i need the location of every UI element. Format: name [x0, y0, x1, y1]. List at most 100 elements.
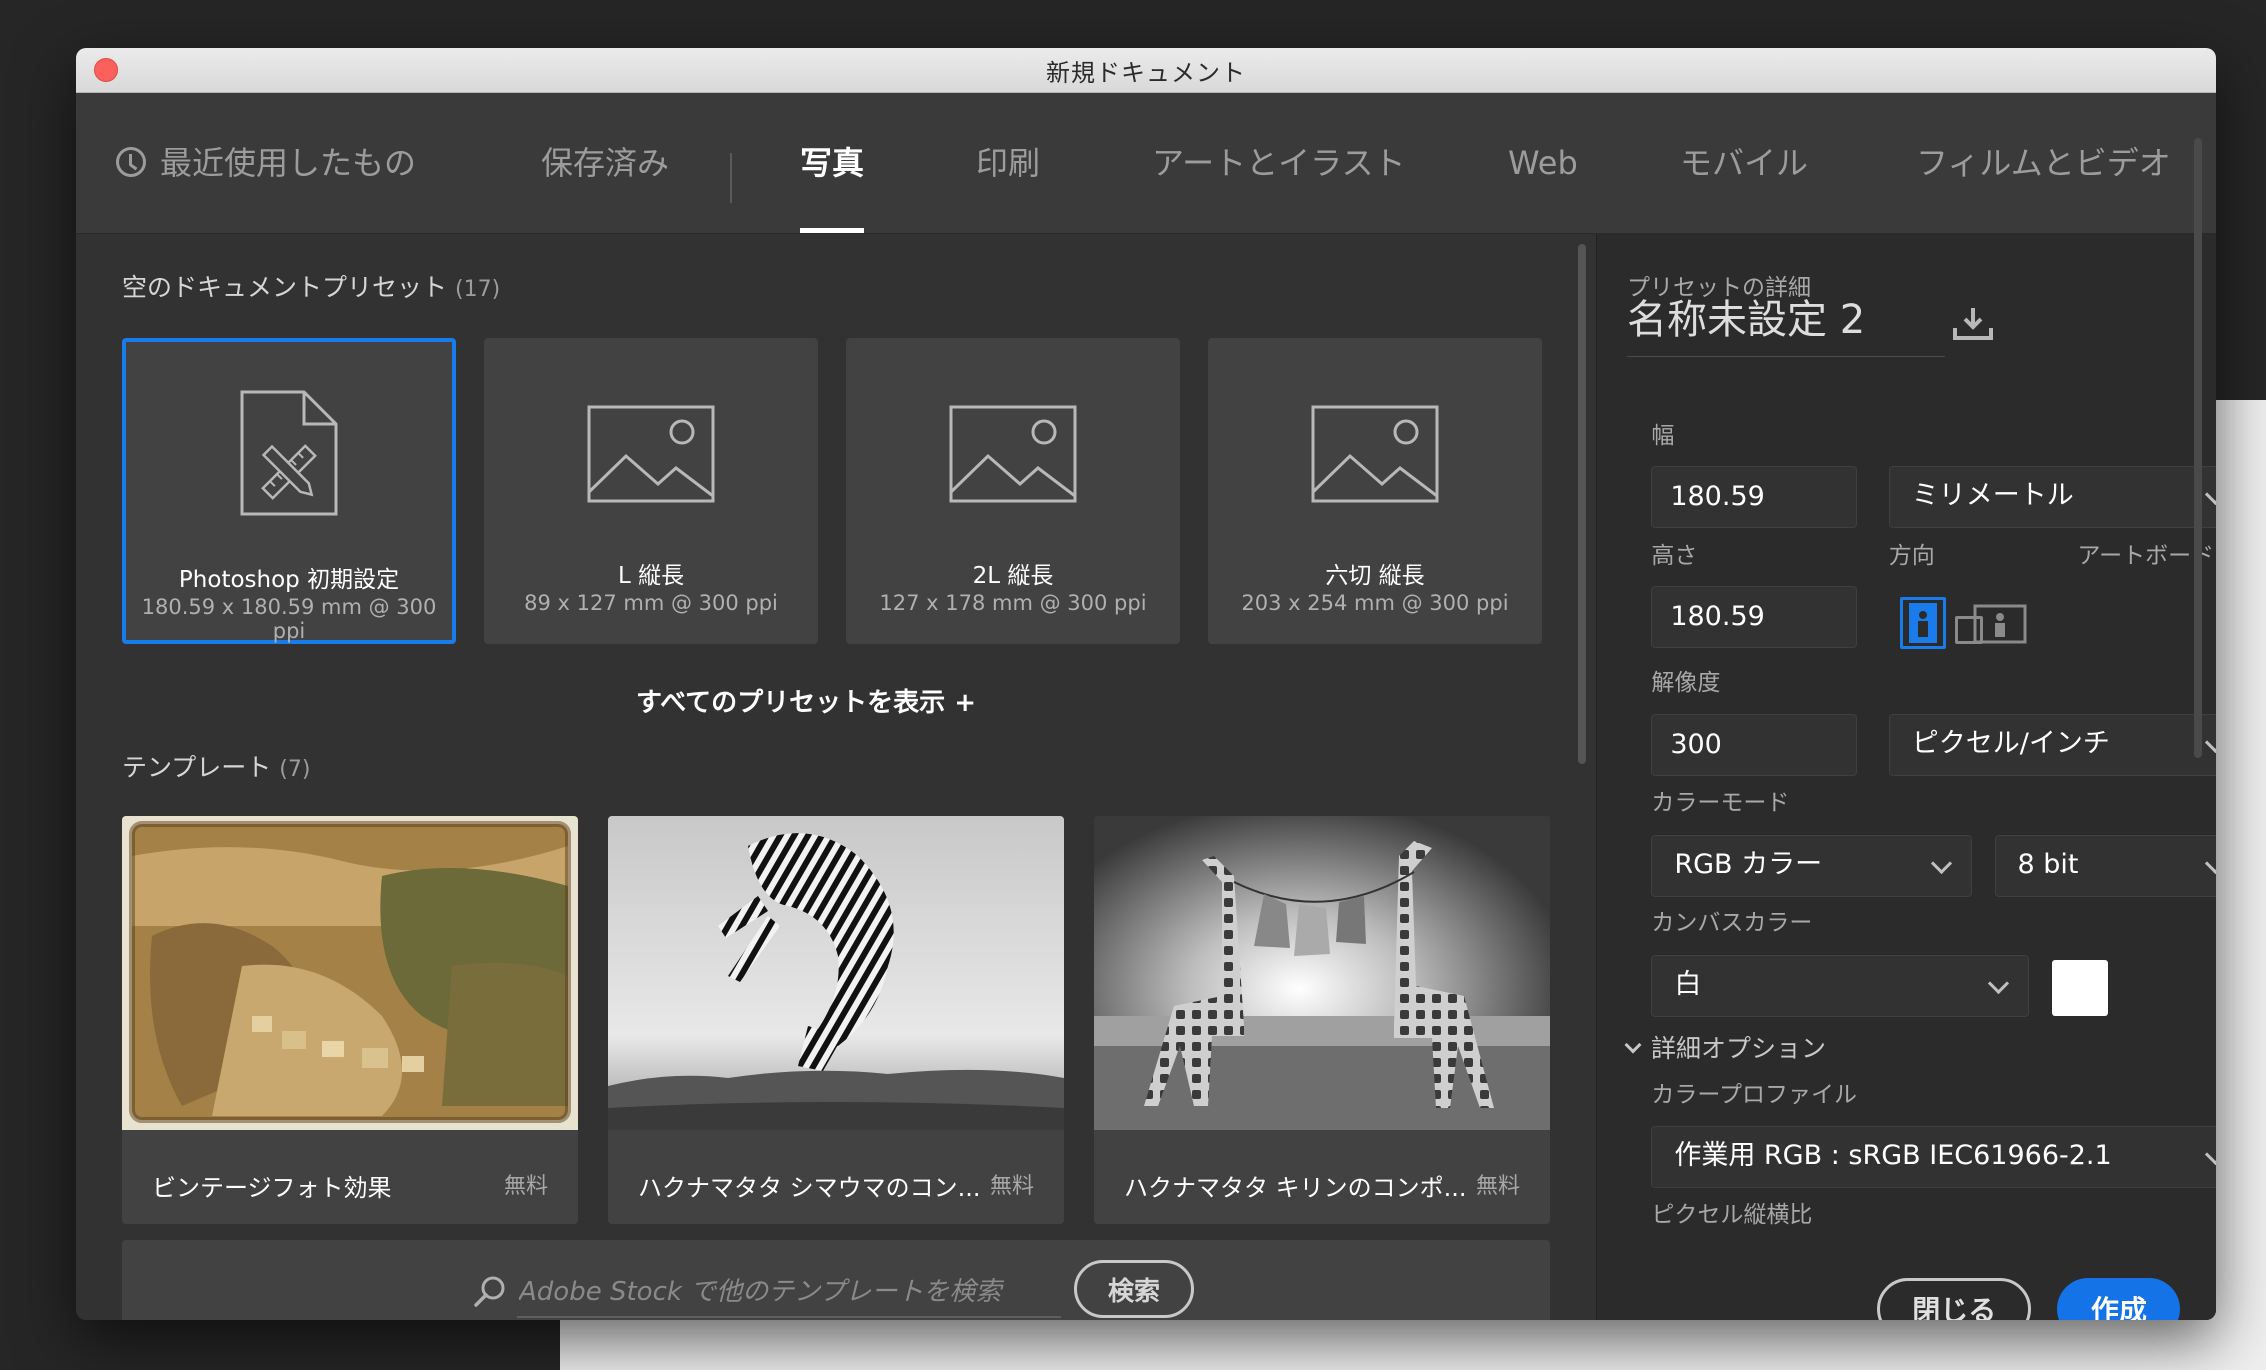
- show-all-presets-link[interactable]: すべてのプリセットを表示 +: [636, 682, 976, 719]
- chevron-down-icon: [2205, 852, 2216, 874]
- advanced-options-label: 詳細オプション: [1651, 1034, 1827, 1064]
- width-input[interactable]: 180.59: [1651, 465, 1858, 528]
- template-name: ハクナマタタ キリンのコンポ...: [1124, 1174, 1467, 1202]
- template-card-zebra-composite[interactable]: ハクナマタタ シマウマのコン... 無料: [608, 816, 1064, 1224]
- window-close-button[interactable]: [94, 58, 118, 82]
- presets-scrollbar[interactable]: [1578, 244, 1586, 764]
- stock-search-input[interactable]: [517, 1268, 1061, 1318]
- preset-details-panel: プリセットの詳細 名称未設定 2 幅 180.59 ミリメートル 高さ 方向 ア…: [1596, 234, 2216, 1320]
- tab-label: 最近使用したもの: [160, 144, 417, 182]
- template-card-giraffe-composite[interactable]: ハクナマタタ キリンのコンポ... 無料: [1094, 816, 1550, 1224]
- chevron-down-icon: [1930, 852, 1952, 874]
- tab-mobile[interactable]: モバイル: [1680, 93, 1808, 233]
- title-bar: 新規ドキュメント: [76, 48, 2216, 93]
- template-price: 無料: [989, 1174, 1034, 1199]
- preset-name: 2L 縦長: [972, 563, 1054, 589]
- resolution-input[interactable]: 300: [1651, 714, 1858, 777]
- pixel-aspect-label: ピクセル縦横比: [1651, 1201, 1813, 1228]
- tab-photo[interactable]: 写真: [800, 93, 865, 233]
- close-button[interactable]: 閉じる: [1877, 1277, 2032, 1320]
- unit-dropdown[interactable]: ミリメートル: [1888, 465, 2216, 528]
- image-icon: [949, 405, 1077, 503]
- preset-dimensions: 180.59 x 180.59 mm @ 300 ppi: [141, 595, 437, 643]
- tab-film-video[interactable]: フィルムとビデオ: [1916, 93, 2171, 233]
- preset-name: L 縦長: [617, 563, 685, 589]
- resolution-label: 解像度: [1651, 670, 1721, 696]
- preset-dimensions: 127 x 178 mm @ 300 ppi: [879, 591, 1147, 615]
- tab-saved[interactable]: 保存済み: [541, 93, 669, 233]
- templates-section-title: テンプレート (7): [122, 748, 310, 784]
- preset-name: Photoshop 初期設定: [178, 567, 400, 593]
- chevron-down-icon: [2205, 483, 2216, 505]
- new-document-dialog: 新規ドキュメント 最近使用したもの 保存済み 写真 印刷 アートとイラスト We…: [76, 48, 2216, 1320]
- chevron-down-icon: [1987, 972, 2009, 994]
- save-preset-icon[interactable]: [1951, 306, 1995, 342]
- template-card-vintage-photo[interactable]: ビンテージフォト効果 無料: [122, 816, 578, 1224]
- color-profile-value: 作業用 RGB : sRGB IEC61966-2.1: [1674, 1140, 2112, 1172]
- canvas-color-swatch[interactable]: [2051, 960, 2108, 1017]
- color-mode-value: RGB カラー: [1674, 848, 1823, 880]
- clock-icon: [116, 147, 146, 177]
- templates-count: (7): [279, 757, 311, 782]
- height-input[interactable]: 180.59: [1651, 585, 1858, 648]
- orientation-label: 方向: [1888, 542, 1935, 569]
- landscape-orientation-button[interactable]: [1972, 600, 2052, 648]
- chevron-down-icon: [1624, 1036, 1642, 1054]
- create-button[interactable]: 作成: [2057, 1277, 2181, 1320]
- portrait-orientation-button[interactable]: [1900, 597, 1947, 650]
- height-label: 高さ: [1651, 542, 1698, 569]
- template-thumbnail: [1094, 816, 1550, 1130]
- template-name: ハクナマタタ シマウマのコン...: [638, 1174, 981, 1202]
- canvas-color-dropdown[interactable]: 白: [1651, 954, 2029, 1017]
- template-thumbnail: [608, 816, 1064, 1130]
- width-label: 幅: [1651, 422, 1675, 449]
- templates-section-label: テンプレート: [122, 753, 272, 782]
- tab-print[interactable]: 印刷: [976, 93, 1040, 233]
- color-mode-label: カラーモード: [1651, 790, 1790, 817]
- resolution-unit-value: ピクセル/インチ: [1911, 728, 2110, 760]
- color-profile-label: カラープロファイル: [1651, 1081, 1857, 1108]
- search-icon: [474, 1276, 505, 1307]
- preset-card-2l-portrait[interactable]: 2L 縦長 127 x 178 mm @ 300 ppi: [846, 338, 1180, 644]
- presets-section-label: 空のドキュメントプリセット: [122, 273, 448, 302]
- window-title: 新規ドキュメント: [1046, 58, 1246, 87]
- preset-name: 六切 縦長: [1325, 563, 1425, 589]
- image-icon: [1311, 405, 1439, 503]
- tab-web[interactable]: Web: [1508, 93, 1578, 233]
- color-profile-dropdown[interactable]: 作業用 RGB : sRGB IEC61966-2.1: [1651, 1126, 2216, 1189]
- template-price: 無料: [503, 1174, 548, 1199]
- bit-depth-value: 8 bit: [2017, 848, 2079, 880]
- preset-card-rokugiri-portrait[interactable]: 六切 縦長 203 x 254 mm @ 300 ppi: [1208, 338, 1542, 644]
- presets-section-title: 空のドキュメントプリセット (17): [122, 268, 500, 304]
- bit-depth-dropdown[interactable]: 8 bit: [1994, 834, 2216, 897]
- template-price: 無料: [1475, 1174, 1520, 1199]
- template-thumbnail: [122, 816, 578, 1130]
- artboard-checkbox[interactable]: [1955, 616, 1983, 644]
- chevron-down-icon: [2205, 1144, 2216, 1166]
- preset-card-photoshop-default[interactable]: Photoshop 初期設定 180.59 x 180.59 mm @ 300 …: [122, 338, 456, 644]
- image-icon: [587, 405, 715, 503]
- tab-art-illustration[interactable]: アートとイラスト: [1152, 93, 1405, 233]
- chevron-down-icon: [2205, 732, 2216, 754]
- adobe-stock-search-bar: 検索: [122, 1240, 1550, 1320]
- preset-dimensions: 203 x 254 mm @ 300 ppi: [1241, 591, 1509, 615]
- color-mode-dropdown[interactable]: RGB カラー: [1651, 834, 1972, 897]
- presets-count: (17): [455, 277, 501, 302]
- category-tabs: 最近使用したもの 保存済み 写真 印刷 アートとイラスト Web モバイル フィ…: [76, 93, 2216, 234]
- document-icon: [240, 390, 338, 516]
- canvas-color-label: カンバスカラー: [1651, 910, 1813, 937]
- advanced-options-toggle[interactable]: 詳細オプション: [1624, 1029, 1827, 1065]
- template-name: ビンテージフォト効果: [152, 1174, 392, 1202]
- portrait-icon: [1909, 603, 1938, 644]
- stock-search-button[interactable]: 検索: [1074, 1260, 1194, 1318]
- preset-dimensions: 89 x 127 mm @ 300 ppi: [524, 591, 778, 615]
- unit-value: ミリメートル: [1911, 479, 2074, 511]
- canvas-color-value: 白: [1674, 968, 1702, 1000]
- presets-panel: 空のドキュメントプリセット (17) Photoshop 初期設定 180.59…: [76, 234, 1596, 1320]
- resolution-unit-dropdown[interactable]: ピクセル/インチ: [1888, 714, 2216, 777]
- tab-divider: [730, 153, 732, 203]
- preset-name-field[interactable]: 名称未設定 2: [1627, 290, 1945, 357]
- preset-card-l-portrait[interactable]: L 縦長 89 x 127 mm @ 300 ppi: [484, 338, 818, 644]
- tab-recent[interactable]: 最近使用したもの: [116, 93, 416, 233]
- details-scrollbar[interactable]: [2194, 138, 2202, 758]
